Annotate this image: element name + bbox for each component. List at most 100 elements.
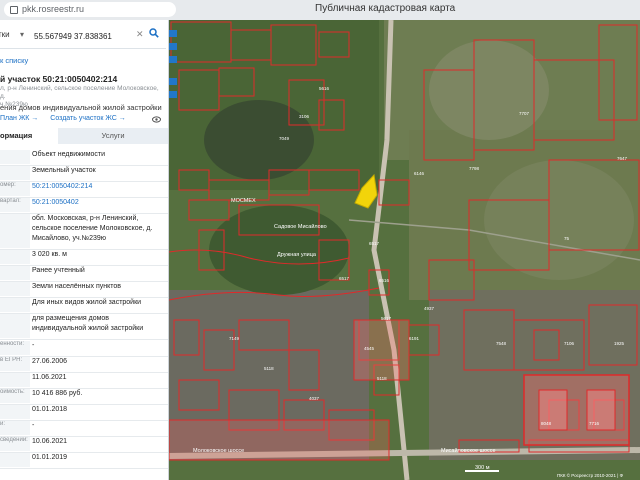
row-divider bbox=[0, 468, 168, 469]
layers-control[interactable] bbox=[169, 30, 177, 37]
zoom-out-control[interactable] bbox=[169, 56, 177, 63]
zoom-in-control[interactable] bbox=[169, 43, 177, 50]
attribute-label bbox=[0, 405, 30, 419]
attribute-label: енности: bbox=[0, 341, 30, 355]
attribute-value[interactable]: 50:21:0050402:214 bbox=[32, 182, 164, 192]
attribute-label bbox=[0, 150, 30, 164]
parcel-number-label: 7647 bbox=[617, 156, 628, 161]
map-label-molokovskoe: Молоковское шоссе bbox=[193, 448, 244, 454]
attribute-value: Объект недвижимости bbox=[32, 151, 106, 158]
attribute-label: сведений: bbox=[0, 437, 30, 451]
map-view[interactable]: МОСМЕХ Садовое Мисайлово Дружная улица М… bbox=[169, 20, 640, 480]
attribute-label bbox=[0, 214, 30, 248]
parcel-number-label: 7716 bbox=[589, 421, 600, 426]
attribute-row: обл. Московская, р-н Ленинский, сельское… bbox=[0, 214, 168, 248]
attribute-label bbox=[0, 166, 30, 180]
parcel-number-label: 6146 bbox=[414, 171, 425, 176]
parcel-number-label: 7049 bbox=[279, 136, 290, 141]
address-bar[interactable]: pkk.rosreestr.ru bbox=[4, 2, 176, 17]
parcel-number-label: 5616 bbox=[319, 86, 330, 91]
attribute-row: енности: - bbox=[0, 341, 168, 355]
attribute-label: омер: bbox=[0, 182, 30, 196]
parcel-number-label: 7548 bbox=[496, 341, 507, 346]
tab-services[interactable]: Услуги bbox=[58, 128, 168, 144]
attribute-row: омер: 50:21:0050402:214 bbox=[0, 182, 168, 196]
search-mode-select[interactable]: тки bbox=[0, 30, 10, 39]
attribute-label: оимость: bbox=[0, 389, 30, 403]
clear-icon[interactable]: ✕ bbox=[136, 29, 144, 40]
parcel-number-label: 6516 bbox=[379, 278, 390, 283]
parcel-number-label: 5617 bbox=[381, 316, 392, 321]
attribute-value: 27.06.2006 bbox=[32, 358, 68, 365]
parcel-number-label: 7106 bbox=[564, 341, 575, 346]
attribute-row: Объект недвижимости bbox=[0, 150, 168, 164]
object-purpose: ения домов индивидуальной жилой застройк… bbox=[0, 103, 162, 112]
map-label-sadovoe: Садовое Мисайлово bbox=[274, 223, 327, 230]
parcel-number-label: 1925 bbox=[614, 341, 625, 346]
lock-icon bbox=[10, 5, 18, 14]
attribute-label bbox=[0, 250, 30, 264]
search-bar: тки ▾ ✕ bbox=[0, 24, 166, 49]
attribute-value: 11.06.2021 bbox=[32, 374, 67, 381]
attribute-row: Земли населённых пунктов bbox=[0, 282, 168, 296]
plan-link[interactable]: План ЖК → bbox=[0, 115, 38, 122]
parcel-number-label: 4545 bbox=[364, 346, 375, 351]
attribute-row: Ранее учтенный bbox=[0, 266, 168, 280]
row-divider bbox=[0, 339, 168, 340]
print-control[interactable] bbox=[169, 91, 177, 98]
map-label-druzhnaya: Дружная улица bbox=[277, 252, 317, 258]
attribute-label: и: bbox=[0, 421, 30, 435]
search-input[interactable] bbox=[32, 28, 146, 45]
scale-bar bbox=[465, 470, 499, 472]
parcel-number-label: 7707 bbox=[519, 111, 530, 116]
tab-information[interactable]: ормация bbox=[0, 128, 58, 144]
attribute-row: Земельный участок bbox=[0, 166, 168, 180]
attribute-label: в ЕГРН: bbox=[0, 357, 30, 371]
parcel-number-label: 7798 bbox=[469, 166, 480, 171]
map-canvas[interactable]: МОСМЕХ Садовое Мисайлово Дружная улица М… bbox=[169, 20, 640, 480]
attribute-label bbox=[0, 266, 30, 280]
parcel-number-label: 3106 bbox=[299, 114, 310, 119]
attribute-label bbox=[0, 314, 30, 338]
attribute-row: вартал: 50:21:0050402 bbox=[0, 198, 168, 212]
attribute-label bbox=[0, 373, 30, 387]
attribute-value: 3 020 кв. м bbox=[32, 251, 67, 258]
attribute-label: вартал: bbox=[0, 198, 30, 212]
attribute-label bbox=[0, 453, 30, 467]
parcel-number-label: 4037 bbox=[309, 396, 320, 401]
attribute-row: в ЕГРН: 27.06.2006 bbox=[0, 357, 168, 371]
ruler-control[interactable] bbox=[169, 78, 177, 85]
back-to-list-link[interactable]: к списку bbox=[0, 56, 28, 65]
eye-icon[interactable] bbox=[152, 116, 161, 123]
create-parcel-link[interactable]: Создать участок ЖС → bbox=[50, 115, 126, 122]
attribute-value: - bbox=[32, 342, 35, 349]
parcel-number-label: 4937 bbox=[424, 306, 435, 311]
chevron-down-icon[interactable]: ▾ bbox=[20, 30, 24, 39]
attribute-row: сведений: 10.06.2021 bbox=[0, 437, 168, 451]
parcel-number-label: 75 bbox=[564, 236, 570, 241]
attribute-value: обл. Московская, р-н Ленинский, сельское… bbox=[32, 215, 153, 242]
attribute-row: 3 020 кв. м bbox=[0, 250, 168, 264]
attribute-value: Земли населённых пунктов bbox=[32, 283, 122, 290]
attribute-label bbox=[0, 298, 30, 312]
info-panel: тки ▾ ✕ к списку й участок 50:21:0050402… bbox=[0, 20, 169, 480]
attribute-value: 01.01.2019 bbox=[32, 454, 68, 461]
attribute-value: - bbox=[32, 422, 35, 429]
parcel-number-label: 5118 bbox=[264, 366, 274, 371]
url-text: pkk.rosreestr.ru bbox=[22, 4, 85, 14]
attribute-row: 01.01.2019 bbox=[0, 453, 168, 467]
attribute-value: 10 416 886 руб. bbox=[32, 390, 83, 397]
attribute-value: для размещения домов индивидуальной жило… bbox=[32, 315, 144, 332]
parcel-number-label: 6517 bbox=[339, 276, 350, 281]
attribute-row: и: - bbox=[0, 421, 168, 435]
search-icon[interactable] bbox=[149, 28, 159, 38]
page-title: Публичная кадастровая карта bbox=[315, 3, 456, 14]
attribute-row: оимость: 10 416 886 руб. bbox=[0, 389, 168, 403]
attribute-label bbox=[0, 282, 30, 296]
attribute-row: Для иных видов жилой застройки bbox=[0, 298, 168, 312]
browser-bar: pkk.rosreestr.ru Публичная кадастровая к… bbox=[0, 0, 640, 21]
map-label-misailovskoe: Мисайловское шоссе bbox=[441, 447, 496, 454]
map-label-mosmekh: МОСМЕХ bbox=[231, 198, 256, 204]
parcel-number-label: 5118 bbox=[377, 376, 387, 381]
attribute-value[interactable]: 50:21:0050402 bbox=[32, 198, 164, 208]
